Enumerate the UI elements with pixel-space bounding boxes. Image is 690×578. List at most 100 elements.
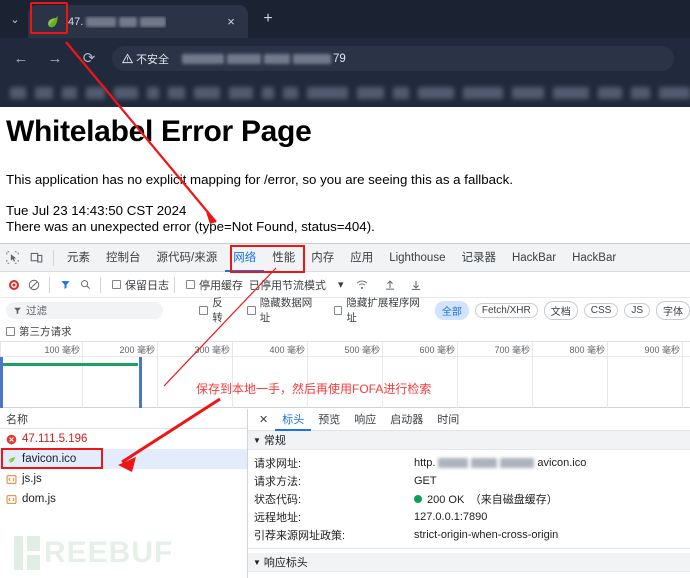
timeline-tick: 400 毫秒 — [269, 342, 308, 408]
bookmark-item[interactable] — [553, 86, 590, 99]
filter-icon[interactable] — [55, 275, 75, 295]
device-toolbar-icon[interactable] — [24, 246, 48, 270]
bookmark-item[interactable] — [62, 86, 77, 99]
filter-icon — [14, 307, 21, 314]
search-icon[interactable] — [75, 275, 95, 295]
detail-tab-headers[interactable]: 标头 — [275, 409, 311, 431]
devtools-tab-hackbar-1[interactable]: HackBar — [504, 244, 564, 272]
devtools-tab-performance[interactable]: 性能 — [264, 244, 303, 272]
new-tab-button[interactable]: + — [258, 9, 278, 29]
bookmark-item[interactable] — [630, 86, 651, 99]
bookmark-item[interactable] — [463, 86, 503, 99]
detail-close-button[interactable]: ✕ — [252, 409, 275, 431]
toolbar-divider — [100, 276, 101, 293]
field-status-code: 状态代码: 200 OK （来自磁盘缓存） — [248, 490, 690, 508]
timeline-selection-handle-left[interactable] — [0, 357, 3, 408]
address-bar[interactable]: 不安全 79 — [112, 46, 674, 71]
invert-checkbox[interactable]: 反转 — [199, 295, 232, 325]
request-name: dom.js — [22, 493, 56, 505]
filter-chip-fetch-xhr[interactable]: Fetch/XHR — [474, 302, 538, 318]
devtools-tab-recorder[interactable]: 记录器 — [453, 244, 504, 272]
third-party-checkbox[interactable]: 第三方请求 — [6, 324, 72, 339]
devtools-tab-hackbar-2[interactable]: HackBar — [564, 244, 624, 272]
request-row-dom[interactable]: dom.js — [0, 489, 247, 509]
status-badge: 200 OK （来自磁盘缓存） — [427, 494, 558, 506]
devtools-tab-network[interactable]: 网络 — [225, 244, 264, 272]
detail-tab-preview[interactable]: 预览 — [311, 409, 347, 431]
filter-input[interactable]: 过滤 — [6, 301, 164, 319]
devtools-tab-memory[interactable]: 内存 — [303, 244, 342, 272]
filter-chip-css[interactable]: CSS — [583, 302, 619, 318]
bookmark-item[interactable] — [193, 86, 221, 99]
detail-tab-response[interactable]: 响应 — [347, 409, 383, 431]
bookmark-item[interactable] — [511, 86, 545, 99]
bookmark-item[interactable] — [357, 86, 385, 99]
import-har-icon[interactable] — [380, 275, 400, 295]
bookmark-item[interactable] — [114, 86, 138, 99]
network-overview-timeline[interactable]: 100 毫秒 200 毫秒 300 毫秒 400 毫秒 500 毫秒 600 毫… — [0, 342, 690, 408]
devtools-tab-lighthouse[interactable]: Lighthouse — [381, 244, 453, 272]
bookmark-item[interactable] — [598, 86, 622, 99]
bookmark-item[interactable] — [261, 86, 275, 99]
devtools-tab-application[interactable]: 应用 — [342, 244, 381, 272]
timeline-tick-label: 900 毫秒 — [644, 345, 680, 355]
bookmark-item[interactable] — [10, 86, 27, 99]
devtools-tab-elements[interactable]: 元素 — [59, 244, 98, 272]
hide-extension-urls-label: 隐藏扩展程序网址 — [346, 297, 420, 324]
request-row-host[interactable]: 47.111.5.196 — [0, 429, 247, 449]
filter-chip-doc[interactable]: 文档 — [543, 300, 578, 320]
response-headers-section[interactable]: ▼ 响应标头 — [248, 553, 690, 572]
filter-chip-js[interactable]: JS — [624, 302, 650, 318]
blurred-url-part — [86, 16, 117, 27]
tab-close-button[interactable]: × — [224, 15, 238, 29]
timeline-network-bar — [0, 363, 138, 366]
timeline-tick-label: 800 毫秒 — [569, 345, 605, 355]
bookmark-item[interactable] — [85, 86, 106, 99]
page-error-message: There was an unexpected error (type=Not … — [6, 219, 375, 234]
hide-data-urls-checkbox[interactable]: 隐藏数据网址 — [246, 295, 322, 325]
filter-placeholder: 过滤 — [26, 304, 47, 317]
hide-extension-urls-checkbox[interactable]: 隐藏扩展程序网址 — [333, 295, 429, 325]
bookmark-item[interactable] — [393, 86, 410, 99]
record-button[interactable] — [4, 275, 24, 295]
forward-button[interactable]: → — [42, 45, 68, 71]
filter-chip-font[interactable]: 字体 — [655, 300, 690, 320]
throttling-dropdown-icon[interactable]: ▾ — [338, 278, 344, 291]
disable-cache-checkbox[interactable]: 停用缓存 — [186, 277, 243, 293]
general-section-header[interactable]: ▼ 常规 — [248, 431, 690, 450]
invert-label: 反转 — [212, 297, 223, 324]
clear-button[interactable] — [24, 275, 44, 295]
field-value: 127.0.0.1:7890 — [414, 511, 488, 523]
toolbar-divider — [53, 249, 54, 266]
tab-list-chevron-icon[interactable]: ⌄ — [6, 10, 24, 28]
bookmark-item[interactable] — [659, 86, 690, 99]
bookmark-item[interactable] — [35, 86, 54, 99]
export-har-icon[interactable] — [406, 275, 426, 295]
timeline-selection-handle-right[interactable] — [139, 357, 142, 408]
security-badge[interactable]: 不安全 — [122, 51, 169, 67]
request-row-js[interactable]: js.js — [0, 469, 247, 489]
preserve-log-label: 保留日志 — [125, 279, 169, 292]
devtools-tab-console[interactable]: 控制台 — [98, 244, 149, 272]
throttling-select[interactable]: 已停用节流模式 — [249, 277, 326, 293]
browser-tabstrip: ⌄ 47. × + — [0, 0, 690, 38]
devtools-tab-sources[interactable]: 源代码/来源 — [149, 244, 226, 272]
devtools-panel: 元素 控制台 源代码/来源 网络 性能 内存 应用 Lighthouse 记录器… — [0, 243, 690, 578]
reload-button[interactable]: ⟳ — [76, 45, 102, 71]
bookmark-item[interactable] — [229, 86, 253, 99]
address-bar-url: 79 — [179, 53, 346, 65]
detail-tab-initiator[interactable]: 启动器 — [383, 409, 430, 431]
filter-chip-all[interactable]: 全部 — [434, 300, 469, 320]
devtools-tabbar: 元素 控制台 源代码/来源 网络 性能 内存 应用 Lighthouse 记录器… — [0, 244, 690, 272]
back-button[interactable]: ← — [8, 45, 34, 71]
bookmark-item[interactable] — [146, 86, 160, 99]
blurred-url-part — [264, 53, 290, 64]
bookmark-item[interactable] — [283, 86, 298, 99]
preserve-log-checkbox[interactable]: 保留日志 — [112, 277, 169, 293]
bookmark-item[interactable] — [306, 86, 349, 99]
bookmark-item[interactable] — [418, 86, 455, 99]
detail-tab-timing[interactable]: 时间 — [430, 409, 466, 431]
bookmark-item[interactable] — [168, 86, 185, 99]
inspect-element-icon[interactable] — [0, 246, 24, 270]
network-conditions-icon[interactable] — [352, 275, 372, 295]
